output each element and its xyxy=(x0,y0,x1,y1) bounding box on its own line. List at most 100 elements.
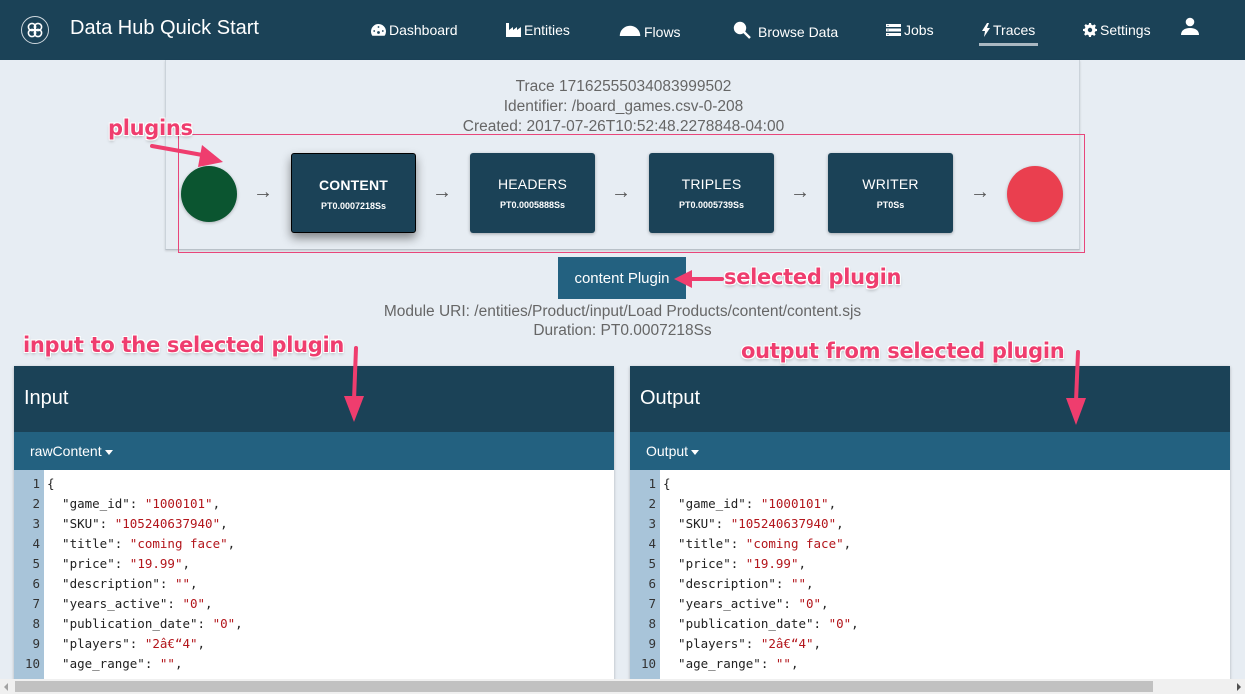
json-punctuation: , xyxy=(205,596,213,611)
code-text: "players": "2â€“4", xyxy=(47,634,205,654)
json-string-value: "0" xyxy=(828,616,852,631)
line-number: 3 xyxy=(32,516,40,531)
plugin-writer[interactable]: WRITER PT0Ss xyxy=(828,153,953,233)
code-text: { xyxy=(663,474,671,494)
json-punctuation: , xyxy=(790,656,799,671)
scrollbar-thumb[interactable] xyxy=(15,681,1153,692)
code-text: "description": "", xyxy=(663,574,813,594)
json-key: { xyxy=(47,476,55,491)
json-string-value: "1000101" xyxy=(144,496,213,511)
json-punctuation: , xyxy=(843,536,852,551)
line-number: 1 xyxy=(32,476,40,491)
nav-entities-label: Entities xyxy=(524,22,570,38)
line-number: 5 xyxy=(32,556,40,571)
plugin-duration: PT0.0005888Ss xyxy=(499,200,566,210)
json-string-value: "19.99" xyxy=(129,556,183,571)
code-text: "SKU": "105240637940", xyxy=(663,514,844,534)
line-number: 6 xyxy=(648,576,656,591)
arrow-right-icon: → xyxy=(253,181,273,203)
json-string-value: "105240637940" xyxy=(730,516,837,531)
json-key: { xyxy=(663,476,671,491)
nav-dashboard[interactable]: Dashboard xyxy=(371,20,458,40)
dashboard-icon xyxy=(371,24,386,36)
line-number: 9 xyxy=(32,636,40,651)
json-punctuation: , xyxy=(212,496,221,511)
code-text: "price": "19.99", xyxy=(663,554,806,574)
code-line: 10 "age_range": "", xyxy=(630,654,799,674)
line-number: 4 xyxy=(32,536,40,551)
json-string-value: "105240637940" xyxy=(114,516,221,531)
code-line: 4 "title": "coming face", xyxy=(14,534,235,554)
json-punctuation: , xyxy=(174,656,183,671)
nav-traces-label: Traces xyxy=(993,22,1036,38)
output-panel-title: Output xyxy=(630,366,1230,432)
code-text: "years_active": "0", xyxy=(663,594,829,614)
json-key: "players": xyxy=(47,636,145,651)
plugin-duration: PT0Ss xyxy=(876,200,905,210)
data-hub-logo-icon[interactable] xyxy=(21,16,49,44)
line-number: 10 xyxy=(24,656,40,671)
code-line: 10 "age_range": "", xyxy=(14,654,183,674)
plugin-triples[interactable]: TRIPLES PT0.0005739Ss xyxy=(649,153,774,233)
output-code-editor[interactable]: 1 {2 "game_id": "1000101", 3 "SKU": "10524… xyxy=(630,470,1230,686)
arrow-right-icon: → xyxy=(790,181,810,203)
line-number: 8 xyxy=(32,616,40,631)
line-number: 10 xyxy=(640,656,656,671)
input-dropdown-label: rawContent xyxy=(30,443,102,459)
scroll-right-icon[interactable] xyxy=(1237,683,1241,691)
json-key: "years_active": xyxy=(663,596,799,611)
code-line: 8 "publication_date": "0", xyxy=(630,614,859,634)
nav-settings[interactable]: Settings xyxy=(1083,20,1151,40)
code-text: "game_id": "1000101", xyxy=(663,494,836,514)
output-panel: Output Output 1 {2 "game_id": "1000101", 3… xyxy=(630,366,1230,686)
json-string-value: "2â€“4" xyxy=(144,636,198,651)
line-number: 8 xyxy=(648,616,656,631)
plugin-name: HEADERS xyxy=(497,176,568,192)
annotation-output: output from selected plugin xyxy=(741,339,1065,363)
code-text: "price": "19.99", xyxy=(47,554,190,574)
app-title[interactable]: Data Hub Quick Start xyxy=(70,17,259,40)
json-punctuation: , xyxy=(235,616,243,631)
annotation-selected-plugin: selected plugin xyxy=(724,265,902,289)
code-line: 9 "players": "2â€“4", xyxy=(630,634,821,654)
code-line: 7 "years_active": "0", xyxy=(630,594,829,614)
pipeline-end-node xyxy=(1007,166,1063,222)
nav-flows[interactable]: Flows xyxy=(619,20,681,40)
flows-icon xyxy=(619,25,641,37)
line-number: 7 xyxy=(32,596,40,611)
input-dropdown[interactable]: rawContent xyxy=(14,432,614,470)
nav-entities[interactable]: Entities xyxy=(506,20,570,40)
json-punctuation: , xyxy=(836,516,844,531)
json-key: "players": xyxy=(663,636,761,651)
factory-icon xyxy=(506,23,521,37)
line-number: 3 xyxy=(648,516,656,531)
json-punctuation: , xyxy=(851,616,859,631)
line-number: 2 xyxy=(648,496,656,511)
plugin-content[interactable]: CONTENT PT0.0007218Ss xyxy=(291,153,416,233)
json-punctuation: , xyxy=(813,636,822,651)
json-punctuation: , xyxy=(220,516,228,531)
json-string-value: "" xyxy=(790,576,806,591)
nav-traces[interactable]: Traces xyxy=(978,20,1039,46)
json-key: "publication_date": xyxy=(663,616,829,631)
input-code-editor[interactable]: 1{2 "game_id": "1000101", 3 "SKU": "10524… xyxy=(14,470,614,686)
horizontal-scrollbar[interactable] xyxy=(0,679,1245,694)
annotation-arrow-icon xyxy=(344,346,364,422)
nav-jobs[interactable]: Jobs xyxy=(886,20,934,40)
nav-browse-data[interactable]: Browse Data xyxy=(733,20,838,40)
output-dropdown-label: Output xyxy=(646,443,689,459)
output-dropdown[interactable]: Output xyxy=(630,432,1230,470)
plugin-name: TRIPLES xyxy=(681,176,742,192)
user-icon[interactable] xyxy=(1181,17,1199,40)
selected-plugin-button[interactable]: content Plugin xyxy=(558,257,686,299)
json-key: "age_range": xyxy=(47,656,160,671)
code-line: 5 "price": "19.99", xyxy=(14,554,190,574)
json-key: "title": xyxy=(663,536,746,551)
plugin-headers[interactable]: HEADERS PT0.0005888Ss xyxy=(470,153,595,233)
code-line: 6 "description": "", xyxy=(630,574,813,594)
scroll-left-icon[interactable] xyxy=(4,683,8,691)
module-uri: Module URI: /entities/Product/input/Load… xyxy=(383,303,862,320)
json-key: "SKU": xyxy=(47,516,115,531)
line-number: 1 xyxy=(648,476,656,491)
code-text: "age_range": "", xyxy=(663,654,798,674)
